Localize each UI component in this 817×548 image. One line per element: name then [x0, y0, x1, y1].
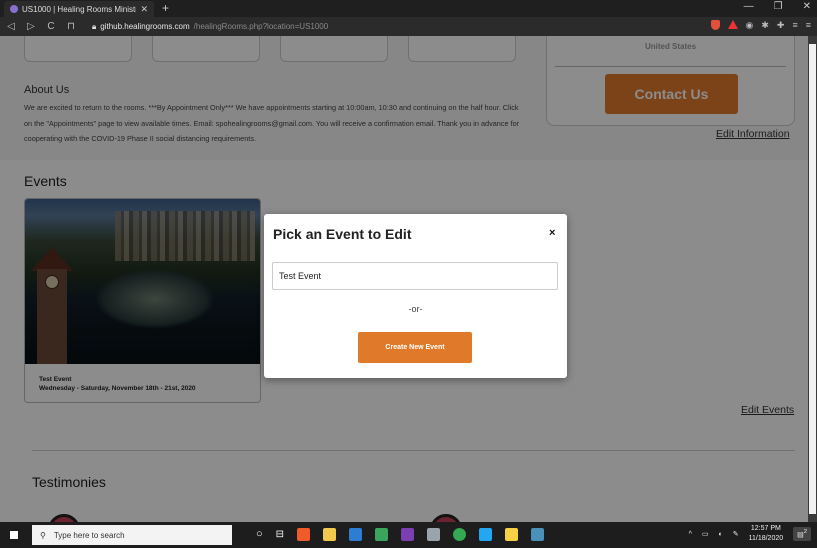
start-icon[interactable] [10, 531, 18, 539]
back-icon[interactable]: ◁ [6, 21, 16, 32]
app-icon[interactable] [531, 528, 545, 541]
reload-icon[interactable]: C [46, 21, 56, 32]
browser-nav-bar: ◁ ▷ C ⊓ 🔒︎ github.healingrooms.com/heali… [0, 17, 817, 36]
puzzle-icon[interactable]: ✚ [777, 20, 785, 31]
app-icon[interactable] [375, 528, 389, 541]
clock-time: 12:57 PM [750, 525, 781, 532]
taskbar-search[interactable]: ⚲ Type here to search [32, 525, 232, 545]
rewards-icon[interactable] [727, 20, 738, 29]
search-icon: ⚲ [40, 530, 46, 540]
url-domain: github.healingrooms.com [100, 22, 190, 31]
lock-icon: 🔒︎ [92, 21, 97, 31]
chevron-up-icon[interactable]: ^ [689, 531, 692, 538]
reading-list-icon[interactable]: ≡ [792, 20, 797, 31]
site-favicon-icon [10, 5, 18, 13]
pen-icon[interactable]: ✎ [733, 530, 739, 538]
file-explorer-icon[interactable] [323, 528, 337, 541]
browser-extensions: ◉ ✱ ✚ ≡ ≡ [710, 20, 811, 31]
network-icon[interactable]: ◐ [719, 531, 723, 538]
cortana-icon[interactable]: ○ [256, 528, 263, 541]
notification-count: 2 [803, 529, 807, 536]
brave-browser-icon[interactable] [297, 528, 311, 541]
close-icon[interactable]: × [549, 227, 555, 239]
modal-title: Pick an Event to Edit [273, 226, 412, 242]
page-scrollbar[interactable] [808, 36, 817, 522]
battery-icon[interactable]: ▭ [702, 530, 709, 538]
forward-icon[interactable]: ▷ [26, 21, 36, 32]
new-tab-button[interactable]: + [162, 1, 169, 15]
notification-icon[interactable]: ▤2 [793, 527, 811, 541]
vscode-icon[interactable] [479, 528, 493, 541]
restore-button[interactable]: ❐ [774, 1, 783, 12]
or-separator: -or- [408, 304, 423, 314]
chrome-icon[interactable] [453, 528, 467, 541]
tab-title: US1000 | Healing Rooms Ministrie [22, 4, 137, 14]
clock-date: 11/18/2020 [748, 535, 784, 542]
window-controls: — ❐ ✕ [744, 1, 811, 12]
tab-close-icon[interactable]: ✕ [140, 4, 148, 15]
extension-icon[interactable]: ◉ [746, 20, 754, 31]
create-new-event-button[interactable]: Create New Event [358, 332, 472, 363]
pick-event-modal: Pick an Event to Edit × Test Event -or- … [264, 214, 567, 378]
taskbar-apps: ○ ⊟ [256, 528, 545, 541]
event-select-value: Test Event [279, 271, 322, 281]
bookmark-icon[interactable]: ⊓ [66, 21, 76, 32]
sticky-notes-icon[interactable] [505, 528, 519, 541]
app-icon[interactable] [427, 528, 441, 541]
task-view-icon[interactable]: ⊟ [276, 528, 284, 541]
url-path: /healingRooms.php?location=US1000 [193, 22, 329, 31]
minimize-button[interactable]: — [744, 1, 754, 12]
brave-shield-icon[interactable] [710, 20, 720, 30]
scrollbar-thumb[interactable] [809, 44, 816, 514]
os-taskbar: ⚲ Type here to search ○ ⊟ ^ ▭ ◐ ✎ 12:57 … [0, 522, 817, 548]
system-tray: ^ ▭ ◐ ✎ 12:57 PM 11/18/2020 ▤2 [689, 524, 811, 544]
store-icon[interactable] [349, 528, 363, 541]
address-bar[interactable]: 🔒︎ github.healingrooms.com/healingRooms.… [92, 20, 652, 33]
onenote-icon[interactable] [401, 528, 415, 541]
event-select[interactable]: Test Event [272, 262, 558, 290]
menu-icon[interactable]: ≡ [806, 20, 811, 31]
browser-tab[interactable]: US1000 | Healing Rooms Ministrie ✕ [4, 1, 154, 17]
close-window-button[interactable]: ✕ [803, 1, 811, 12]
browser-tab-bar: US1000 | Healing Rooms Ministrie ✕ + — ❐… [0, 0, 817, 17]
system-clock[interactable]: 12:57 PM 11/18/2020 [749, 524, 784, 544]
settings-icon[interactable]: ✱ [761, 20, 769, 31]
search-placeholder: Type here to search [53, 530, 125, 540]
